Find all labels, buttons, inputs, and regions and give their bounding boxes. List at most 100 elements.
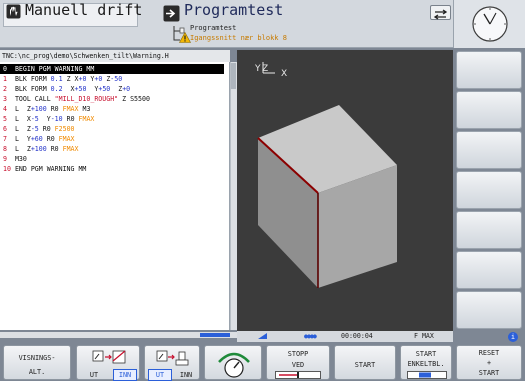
code-token: Z X xyxy=(62,75,79,83)
code-token: -5 xyxy=(30,125,39,133)
toggle-b-off: INN xyxy=(179,371,193,379)
code-token: Y xyxy=(86,85,99,93)
vertical-softkey-4[interactable] xyxy=(456,171,522,209)
program-scrollbar-thumb[interactable] xyxy=(231,63,236,89)
code-token: BLK FORM xyxy=(14,75,51,83)
code-token: R0 xyxy=(46,105,63,113)
program-line[interactable]: 3 TOOL CALL "MILL_D10_ROUGH" Z S5500 xyxy=(0,94,224,104)
axis-indicator: Y Z X xyxy=(254,62,287,79)
info-icon[interactable]: i xyxy=(508,332,518,342)
program-line[interactable]: 5 L X-5 Y-10 R0 FMAX xyxy=(0,114,224,124)
vertical-softkey-5[interactable] xyxy=(456,211,522,249)
operating-mode-title: Manuell drift xyxy=(25,1,143,19)
single-block-softkey[interactable]: START ENKELTBL. xyxy=(400,345,452,380)
start-label: START xyxy=(354,361,376,369)
code-token: +50 xyxy=(98,85,111,93)
vertical-softkey-1[interactable] xyxy=(456,51,522,89)
toggle-a-on: INN xyxy=(113,369,137,381)
run-time: 00:00:04 xyxy=(341,332,373,340)
workpiece-3d: Y Z X xyxy=(254,62,397,288)
simulation-speed-icon xyxy=(258,333,267,339)
single-block-icon xyxy=(407,371,447,379)
program-line[interactable]: 0 BEGIN PGM WARNING MM xyxy=(0,64,224,74)
code-token: R0 xyxy=(62,115,79,123)
clock-icon xyxy=(472,6,508,42)
speed-dial-softkey[interactable] xyxy=(204,345,262,380)
code-token: +60 xyxy=(30,135,43,143)
code-token: 0.1 xyxy=(50,75,63,83)
code-token: END PGM WARNING MM xyxy=(14,165,87,173)
tool-path-icon xyxy=(92,350,126,364)
code-token: -5 xyxy=(30,115,39,123)
start-softkey[interactable]: START xyxy=(334,345,396,380)
manual-hand-icon xyxy=(6,4,21,19)
code-token: F2500 xyxy=(54,125,75,133)
axis-z-label: Z xyxy=(262,64,268,74)
code-token: TOOL CALL xyxy=(14,95,55,103)
simulation-view[interactable]: Y Z X xyxy=(237,50,453,331)
program-line[interactable]: 2 BLK FORM 0.2 X+50 Y+50 Z+0 xyxy=(0,84,224,94)
speed-dial-icon xyxy=(218,352,250,378)
code-token: M3 xyxy=(78,105,91,113)
program-line[interactable]: 7 L Y+60 R0 FMAX xyxy=(0,134,224,144)
horizontal-scrollbar-thumb[interactable] xyxy=(200,333,230,337)
workpiece-icon xyxy=(156,350,189,366)
axis-y-label: Y xyxy=(254,64,261,74)
code-token: X xyxy=(62,85,75,93)
code-token: L Z xyxy=(14,105,31,113)
code-token: +100 xyxy=(30,105,47,113)
program-listing[interactable]: 0 BEGIN PGM WARNING MM 1 BLK FORM 0.1 Z X… xyxy=(0,62,230,330)
single-block-line2: ENKELTBL. xyxy=(407,360,445,368)
program-line[interactable]: 9 M30 xyxy=(0,154,224,164)
code-token: FMAX xyxy=(58,135,75,143)
view-change-softkey[interactable]: VISNINGS- ALT. xyxy=(3,345,71,380)
program-line[interactable]: 4 L Z+100 R0 FMAX M3 xyxy=(0,104,224,114)
vertical-softkey-7[interactable] xyxy=(456,291,522,329)
program-warning-text: Igangssnitt nær blokk 8 xyxy=(190,34,287,42)
swap-arrows-icon xyxy=(433,9,448,20)
code-token: BEGIN PGM WARNING MM xyxy=(14,65,95,73)
toggle-a-off: UT xyxy=(89,371,99,379)
view-change-line2: ALT. xyxy=(28,368,46,376)
reset-line3: START xyxy=(478,369,500,377)
code-token: L Z xyxy=(14,125,31,133)
code-token: Y xyxy=(38,115,51,123)
axis-x-label: X xyxy=(281,69,287,79)
code-token: M30 xyxy=(14,155,27,163)
program-line[interactable]: 1 BLK FORM 0.1 Z X+0 Y+0 Z-50 xyxy=(0,74,224,84)
stop-marker-icon xyxy=(275,371,321,379)
view-change-line1: VISNINGS- xyxy=(18,354,56,362)
reset-line2: + xyxy=(486,359,492,367)
vertical-softkey-3[interactable] xyxy=(456,131,522,169)
line-number: 10 xyxy=(3,165,11,173)
code-token: -10 xyxy=(50,115,63,123)
program-test-icon xyxy=(163,5,180,22)
code-token: R0 xyxy=(38,125,55,133)
vertical-softkey-2[interactable] xyxy=(456,91,522,129)
code-token: FMAX xyxy=(62,105,79,113)
toggle-softkey-a[interactable]: UT INN xyxy=(76,345,140,381)
code-token: R0 xyxy=(46,145,63,153)
stop-at-softkey[interactable]: STOPP VED xyxy=(266,345,330,380)
code-token: Z xyxy=(110,85,123,93)
program-line[interactable]: 10 END PGM WARNING MM xyxy=(0,164,224,174)
clock-panel xyxy=(453,0,525,48)
code-token: -50 xyxy=(110,75,123,83)
program-scrollbar[interactable] xyxy=(230,62,237,330)
toggle-softkey-b[interactable]: UT INN xyxy=(144,345,200,381)
code-token: 0.2 xyxy=(50,85,63,93)
program-line[interactable]: 6 L Z-5 R0 F2500 xyxy=(0,124,224,134)
single-block-line1: START xyxy=(415,350,437,358)
screen-toggle-button[interactable] xyxy=(430,5,451,20)
program-line[interactable]: 8 L Z+100 R0 FMAX xyxy=(0,144,224,154)
code-token: BLK FORM xyxy=(14,85,51,93)
vertical-softkey-6[interactable] xyxy=(456,251,522,289)
toggle-b-on: UT xyxy=(148,369,172,381)
stop-at-line2: VED xyxy=(291,361,305,369)
code-token: FMAX xyxy=(78,115,95,123)
feed-rate: F MAX xyxy=(414,332,434,340)
code-token: L Z xyxy=(14,145,31,153)
code-token: Z S5500 xyxy=(118,95,150,103)
reset-start-softkey[interactable]: RESET + START xyxy=(456,345,522,380)
code-token: L Y xyxy=(14,135,31,143)
